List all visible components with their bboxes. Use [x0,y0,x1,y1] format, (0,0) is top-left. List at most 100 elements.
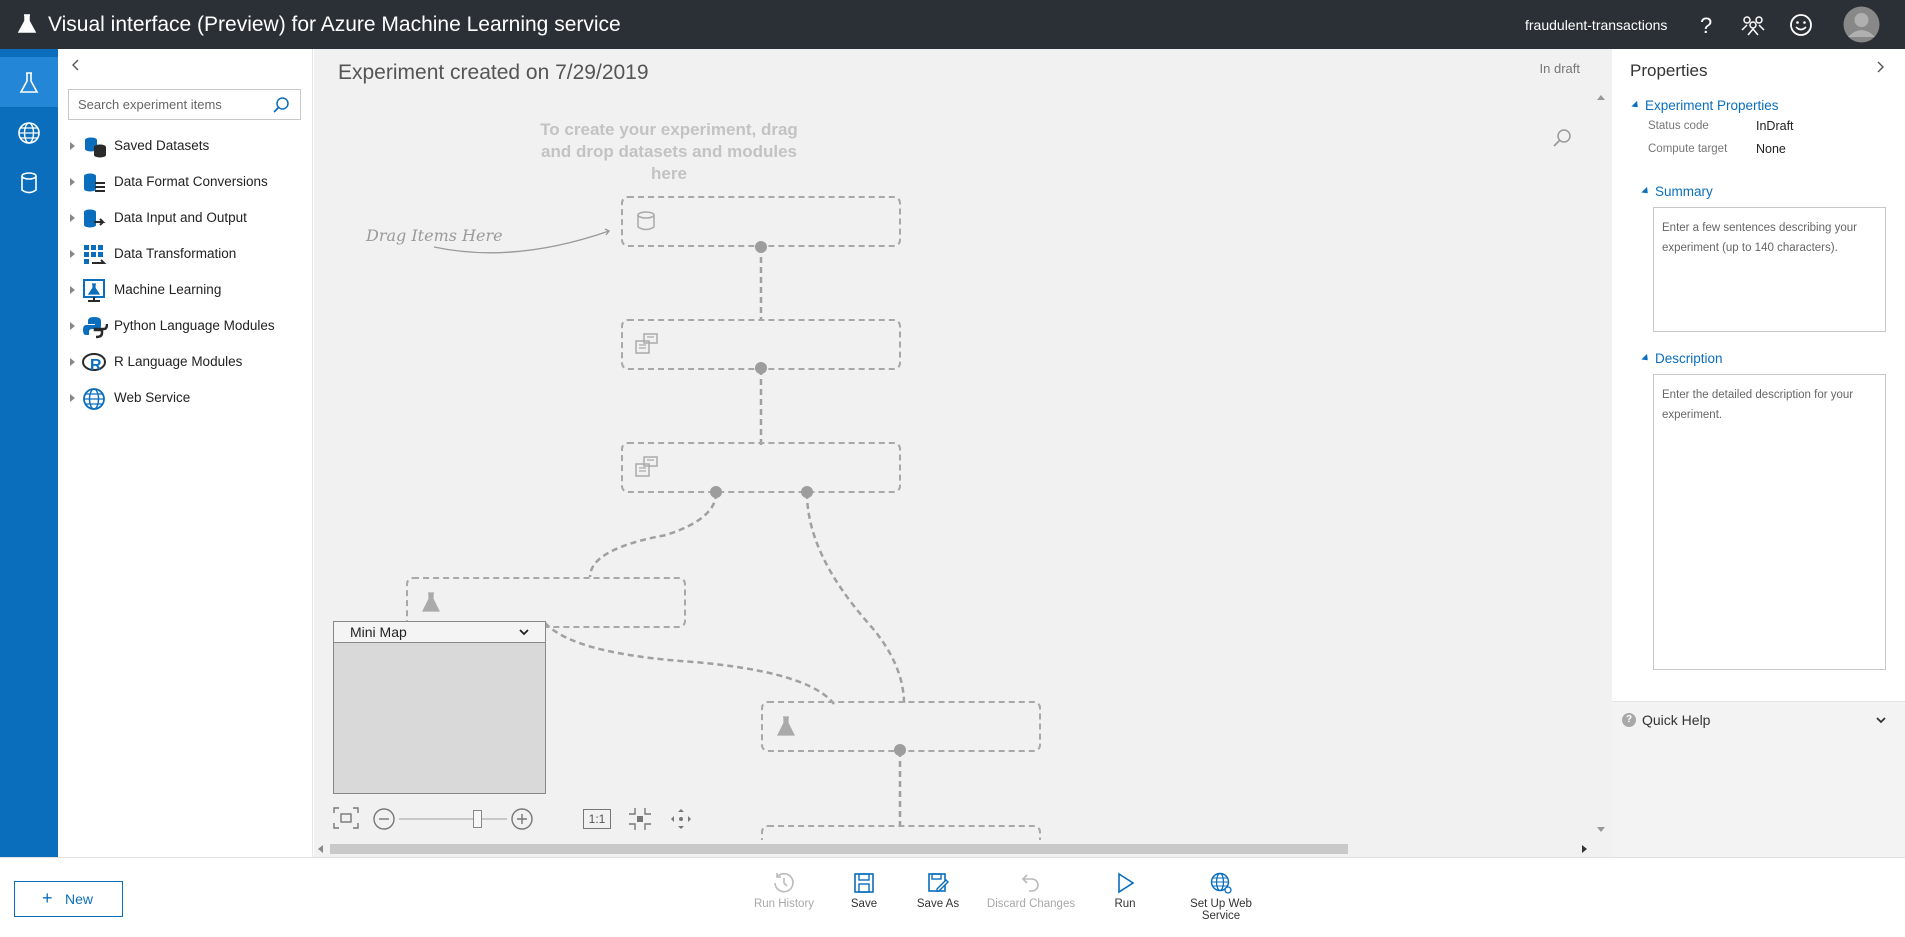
run-button[interactable]: Run [1080,871,1170,931]
community-icon[interactable] [1740,12,1766,38]
fit-to-screen-icon[interactable] [332,806,360,830]
output-port[interactable] [755,241,767,253]
section-label: Description [1655,351,1723,366]
action-label: Run [1114,898,1136,910]
save-icon [854,873,874,893]
zoom-slider-track[interactable] [399,818,507,820]
output-port[interactable] [894,744,906,756]
collapse-triangle-icon [1641,353,1651,364]
expand-caret-icon [70,178,75,186]
zoom-out-icon[interactable] [372,807,396,831]
expand-caret-icon [70,214,75,222]
save-as-icon [928,873,949,892]
category-label: Data Input and Output [114,210,247,225]
feedback-smiley-icon[interactable] [1788,12,1814,38]
nav-datasets[interactable] [0,157,58,207]
python-icon [83,317,108,339]
globe-icon [18,122,40,144]
compute-target-label: Compute target [1648,143,1728,155]
mini-map-header[interactable]: Mini Map [334,622,545,643]
scroll-right-arrow[interactable] [1582,845,1587,853]
io-icon [84,209,106,228]
category-label: Python Language Modules [114,318,275,333]
globe-icon [83,388,105,410]
top-bar: Visual interface (Preview) for Azure Mac… [0,0,1905,49]
zoom-slider-thumb[interactable] [473,810,482,828]
search-icon[interactable] [271,95,291,115]
scrollbar-thumb[interactable] [330,844,1348,854]
collapse-palette-icon[interactable] [66,55,86,75]
set-up-web-service-button[interactable]: Set Up Web Service [1176,871,1266,931]
database-icon [21,172,37,194]
action-label: Set Up Web Service [1190,898,1252,922]
experiment-canvas[interactable]: Experiment created on 7/29/2019 In draft… [314,49,1612,857]
category-data-input-output[interactable]: Data Input and Output [62,203,310,233]
r-icon: R [82,353,106,374]
output-port[interactable] [710,486,722,498]
scroll-left-arrow[interactable] [318,845,323,853]
experiment-properties-section[interactable]: Experiment Properties [1631,98,1779,113]
discard-changes-button[interactable]: Discard Changes [986,871,1076,931]
category-saved-datasets[interactable]: Saved Datasets [62,131,310,161]
module-placeholder-icon [635,333,658,354]
placeholder-dataset-node[interactable] [621,196,901,247]
category-label: Machine Learning [114,282,222,297]
expand-caret-icon [70,250,75,258]
action-label: Run History [753,898,815,910]
dataset-icon [85,137,106,158]
module-palette: Saved Datasets Data Format Conversions D… [58,49,313,857]
category-label: R Language Modules [114,354,243,369]
quick-help-label[interactable]: Quick Help [1642,712,1710,728]
run-history-button[interactable]: Run History [739,871,829,931]
help-icon[interactable]: ? [1693,12,1719,38]
nav-experiments[interactable] [0,57,58,107]
category-label: Saved Datasets [114,138,210,153]
zoom-in-icon[interactable] [510,807,534,831]
action-label: Discard Changes [986,898,1076,910]
flask-logo-icon [17,14,37,33]
transform-icon [84,245,107,264]
placeholder-module-node[interactable] [621,442,901,493]
category-r-language-modules[interactable]: R R Language Modules [62,347,310,377]
pan-icon[interactable] [668,806,694,832]
category-machine-learning[interactable]: Machine Learning [62,275,310,305]
status-code-label: Status code [1648,120,1709,132]
conversion-icon [84,173,105,192]
nav-web-services[interactable] [0,107,58,157]
collapse-properties-icon[interactable] [1873,59,1889,75]
expand-caret-icon [70,286,75,294]
center-view-icon[interactable] [627,806,653,832]
chevron-down-icon[interactable] [1874,713,1888,727]
svg-text:R: R [90,357,102,374]
mini-map-label: Mini Map [350,624,407,640]
workspace-name[interactable]: fraudulent-transactions [1525,17,1667,33]
undo-icon [1021,874,1039,892]
horizontal-scrollbar[interactable] [314,840,1612,857]
search-input[interactable] [69,90,265,119]
actual-size-button[interactable]: 1:1 [583,809,611,829]
description-textarea[interactable] [1653,374,1886,670]
flask-placeholder-icon [422,592,440,612]
chevron-down-icon [519,629,529,636]
app-title: Visual interface (Preview) for Azure Mac… [48,13,621,36]
app-root: Visual interface (Preview) for Azure Mac… [0,0,1905,937]
save-as-button[interactable]: Save As [893,871,983,931]
summary-section[interactable]: Summary [1641,184,1713,199]
summary-textarea[interactable] [1653,207,1886,332]
mini-map[interactable]: Mini Map [333,621,546,794]
category-data-transformation[interactable]: Data Transformation [62,239,310,269]
category-web-service[interactable]: Web Service [62,383,310,413]
new-button[interactable]: + New [14,881,123,917]
status-code-value: InDraft [1756,119,1794,133]
output-port[interactable] [801,486,813,498]
bottom-command-bar: + New Run History Save Save As Discard C… [0,857,1905,937]
new-button-label: New [65,891,94,907]
left-nav [0,49,58,857]
category-label: Web Service [114,390,191,405]
expand-caret-icon [70,142,75,150]
category-data-format-conversions[interactable]: Data Format Conversions [62,167,310,197]
description-section[interactable]: Description [1641,351,1723,366]
user-avatar-icon[interactable] [1843,6,1880,43]
category-python-language-modules[interactable]: Python Language Modules [62,311,310,341]
output-port[interactable] [755,362,767,374]
